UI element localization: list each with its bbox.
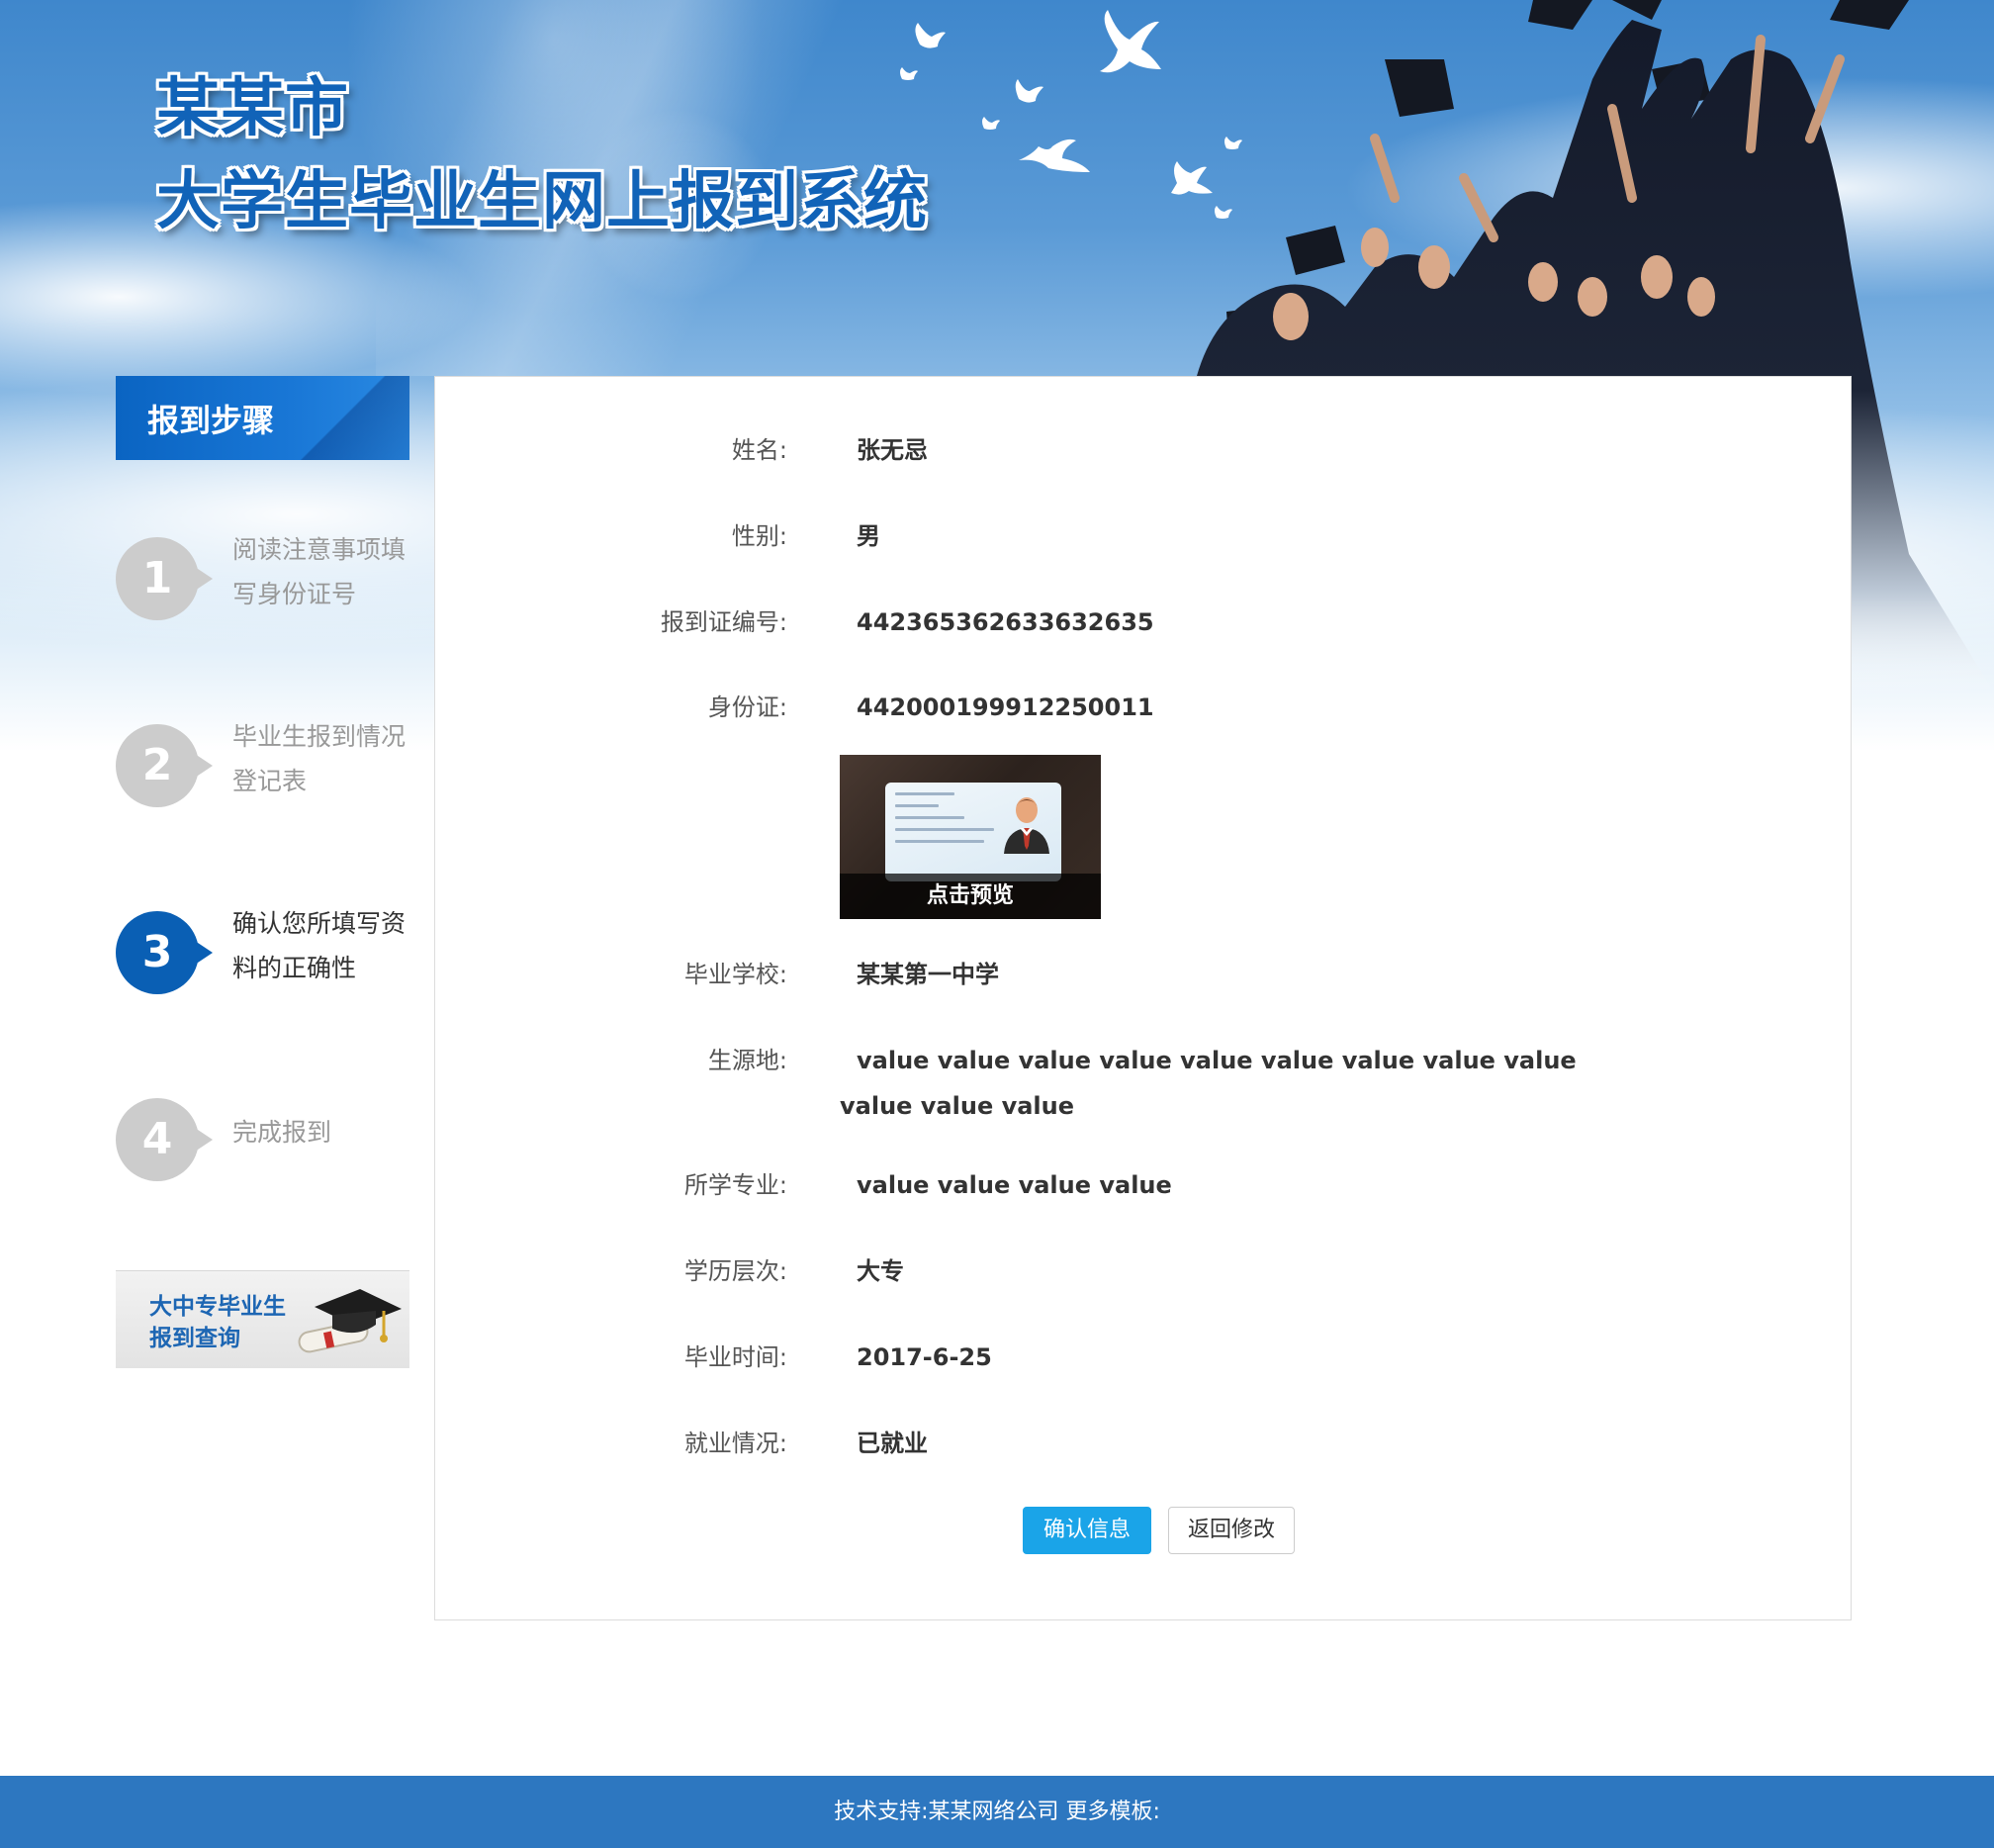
field-value: 张无忌 [857,436,928,464]
step-3-number: 3 [141,927,173,977]
step-2-number: 2 [141,740,173,790]
step-4-badge-icon: 4 [116,1098,213,1181]
field-value: value value value value value value valu… [840,1047,1577,1120]
field-value: 442000199912250011 [857,693,1154,721]
site-title: 某某市 大学生毕业生网上报到系统 [156,65,928,251]
field-label: 报到证编号: [660,608,787,636]
field-value: 已就业 [857,1430,928,1457]
field-label: 所学专业: [683,1171,787,1199]
step-4: 4 完成报到 [116,1088,412,1197]
field-label: 生源地: [707,1047,787,1074]
step-3-text: 确认您所填写资料的正确性 [232,909,407,982]
field-value: 男 [857,522,880,550]
id-card-preview[interactable]: 点击预览 [840,755,1101,919]
id-card-text-lines [895,792,994,852]
field-value: value value value value [857,1171,1172,1199]
graduation-cap-icon [298,1289,402,1353]
footer-text: 技术支持:某某网络公司 更多模板: [834,1800,1160,1824]
step-4-number: 4 [141,1114,173,1164]
field-value: 某某第一中学 [857,961,999,988]
graduate-query-link[interactable]: 大中专毕业生 报到查询 [116,1270,409,1368]
heading-shade [291,376,409,460]
step-1: 1 阅读注意事项填写身份证号 [116,527,412,636]
step-1-badge-icon: 1 [116,537,213,620]
field-label: 毕业学校: [683,961,787,988]
step-3-badge-icon: 3 [116,911,213,994]
back-to-edit-button[interactable]: 返回修改 [1168,1507,1295,1554]
confirmation-panel: 姓名: 张无忌 性别: 男 报到证编号: 442365362633632635 … [434,376,1852,1620]
confirm-info-button[interactable]: 确认信息 [1023,1507,1151,1554]
footer: 技术支持:某某网络公司 更多模板: [0,1776,1994,1848]
step-2: 2 毕业生报到情况登记表 [116,714,412,823]
step-1-text: 阅读注意事项填写身份证号 [232,535,407,608]
step-1-number: 1 [141,553,173,603]
step-3: 3 确认您所填写资料的正确性 [116,901,412,1010]
graduate-query-line1: 大中专毕业生 [149,1294,286,1320]
field-value: 2017-6-25 [857,1343,992,1371]
field-label: 毕业时间: [683,1343,787,1371]
step-2-badge-icon: 2 [116,724,213,807]
site-title-city: 某某市 [156,72,349,145]
id-card-image [885,783,1061,881]
field-value: 大专 [857,1257,904,1285]
person-avatar-icon [1004,797,1049,854]
graduate-query-label: 大中专毕业生 报到查询 [149,1291,286,1354]
field-label: 姓名: [731,436,787,464]
steps-heading-label: 报到步骤 [147,402,275,439]
field-value: 442365362633632635 [857,608,1154,636]
field-label: 就业情况: [683,1430,787,1457]
step-2-text: 毕业生报到情况登记表 [232,722,407,795]
step-4-text: 完成报到 [232,1118,332,1147]
id-card-preview-label: 点击预览 [840,874,1101,919]
steps-heading: 报到步骤 [116,376,409,460]
field-label: 身份证: [707,693,787,721]
graduate-query-line2: 报到查询 [149,1326,240,1351]
site-title-system: 大学生毕业生网上报到系统 [156,165,928,238]
field-label: 学历层次: [683,1257,787,1285]
field-label: 性别: [731,522,787,550]
